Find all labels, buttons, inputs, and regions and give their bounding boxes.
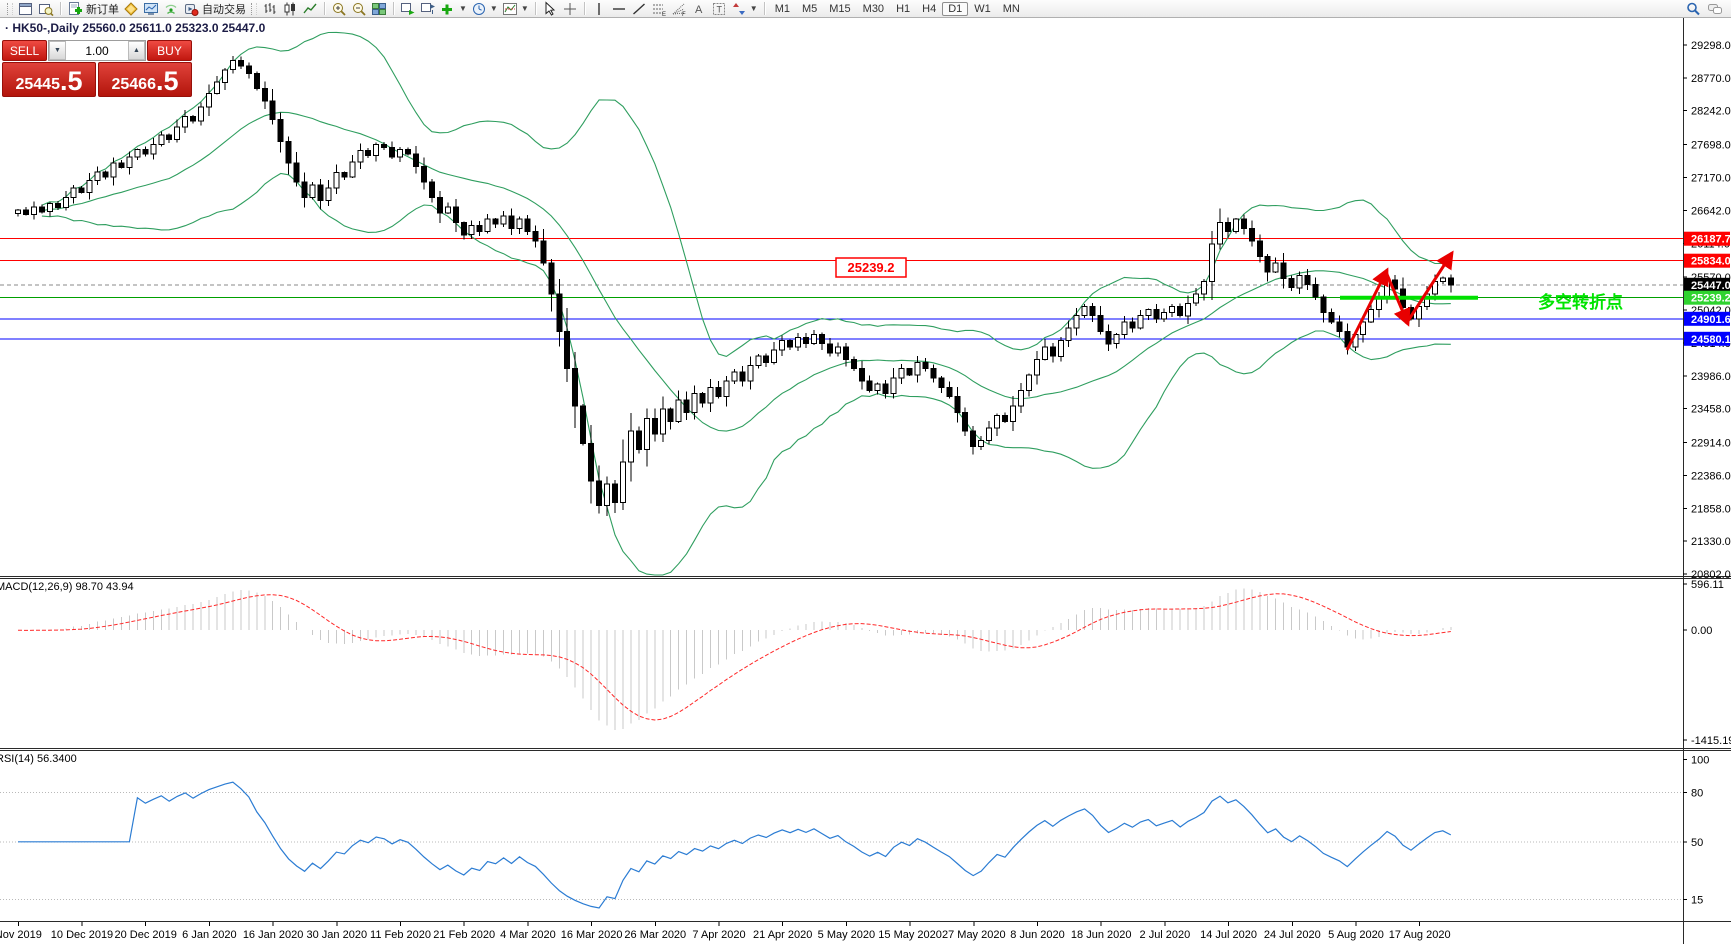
svg-text:16 Mar 2020: 16 Mar 2020 <box>561 929 623 941</box>
svg-text:22914.0: 22914.0 <box>1691 438 1731 450</box>
price-flag-25834: 25834.0 <box>1684 253 1731 268</box>
svg-text:Nov 2019: Nov 2019 <box>0 929 42 941</box>
rsi-indicator-label: RSI(14) 56.3400 <box>0 753 77 765</box>
svg-text:22386.0: 22386.0 <box>1691 470 1731 482</box>
sell-button[interactable]: SELL <box>2 40 47 61</box>
svg-text:28242.0: 28242.0 <box>1691 106 1731 118</box>
chart-bullet: · <box>5 21 9 35</box>
svg-text:24580.1: 24580.1 <box>1691 334 1731 346</box>
price-flag-25239.2: 25239.2 <box>1684 290 1731 305</box>
svg-text:26642.0: 26642.0 <box>1691 205 1731 217</box>
svg-text:21 Apr 2020: 21 Apr 2020 <box>753 929 812 941</box>
price-axis[interactable]: 29298.0 28770.0 28242.0 27698.0 27170.0 26642… <box>1683 40 1731 581</box>
candles-layer <box>15 55 1454 516</box>
svg-text:23986.0: 23986.0 <box>1691 371 1731 383</box>
macd-axis[interactable]: 596.11 0.00 -1415.19 <box>1683 579 1731 747</box>
turning-point-label[interactable]: 多空转折点 <box>1538 292 1623 312</box>
price-flag-24580.1: 24580.1 <box>1684 331 1731 346</box>
svg-text:18 Jun 2020: 18 Jun 2020 <box>1071 929 1132 941</box>
svg-text:25239.2: 25239.2 <box>848 260 895 275</box>
volume-increase-button[interactable]: ▲ <box>128 41 145 60</box>
price-flag-25447: 25447.0 <box>1684 277 1731 292</box>
trend-arrow-3[interactable] <box>1404 250 1454 325</box>
macd-histogram <box>25 588 1452 731</box>
svg-text:26 Mar 2020: 26 Mar 2020 <box>624 929 686 941</box>
volume-decrease-button[interactable]: ▼ <box>49 41 66 60</box>
svg-text:14 Jul 2020: 14 Jul 2020 <box>1200 929 1257 941</box>
svg-text:10 Dec 2019: 10 Dec 2019 <box>51 929 113 941</box>
panel-separators[interactable] <box>0 18 1731 944</box>
sell-price-main: 25445 <box>15 76 60 93</box>
svg-text:5 May 2020: 5 May 2020 <box>818 929 875 941</box>
one-click-trading-panel: SELL ▼ 1.00 ▲ BUY 25445.5 25466.5 <box>2 40 192 97</box>
svg-text:25447.0: 25447.0 <box>1691 280 1731 292</box>
svg-text:596.11: 596.11 <box>1691 579 1724 591</box>
svg-text:100: 100 <box>1691 754 1709 766</box>
svg-text:50: 50 <box>1691 837 1703 849</box>
svg-text:15 May 2020: 15 May 2020 <box>878 929 942 941</box>
price-flag-24901.6: 24901.6 <box>1684 311 1731 326</box>
svg-text:21 Feb 2020: 21 Feb 2020 <box>433 929 495 941</box>
price-level-callout[interactable]: 25239.2 <box>835 257 907 278</box>
svg-text:23458.0: 23458.0 <box>1691 404 1731 416</box>
svg-text:5 Aug 2020: 5 Aug 2020 <box>1328 929 1384 941</box>
svg-text:0.00: 0.00 <box>1691 625 1712 637</box>
svg-text:8 Jun 2020: 8 Jun 2020 <box>1010 929 1064 941</box>
svg-text:17 Aug 2020: 17 Aug 2020 <box>1389 929 1451 941</box>
svg-text:27698.0: 27698.0 <box>1691 140 1731 152</box>
svg-text:21330.0: 21330.0 <box>1691 536 1731 548</box>
svg-text:80: 80 <box>1691 787 1703 799</box>
svg-text:30 Jan 2020: 30 Jan 2020 <box>307 929 368 941</box>
svg-text:24 Jul 2020: 24 Jul 2020 <box>1264 929 1321 941</box>
sell-price-pip: .5 <box>59 66 83 97</box>
svg-text:4 Mar 2020: 4 Mar 2020 <box>500 929 556 941</box>
mt4-window: 新订单 自动交易 ▼ ▼ ▼ E F A T ▼ M1 M5 M15 M30 H… <box>0 0 1731 944</box>
macd-indicator-label: MACD(12,26,9) 98.70 43.94 <box>0 581 134 593</box>
svg-text:-1415.19: -1415.19 <box>1691 735 1731 747</box>
chart-symbol-period: HK50-,Daily <box>12 21 80 35</box>
svg-text:2 Jul 2020: 2 Jul 2020 <box>1140 929 1191 941</box>
buy-price-main: 25466 <box>111 76 156 93</box>
buy-button[interactable]: BUY <box>147 40 192 61</box>
chart-title: · HK50-,Daily 25560.0 25611.0 25323.0 25… <box>5 21 265 35</box>
svg-text:16 Jan 2020: 16 Jan 2020 <box>243 929 304 941</box>
volume-value[interactable]: 1.00 <box>66 41 128 60</box>
chart-ohlc-values: 25560.0 25611.0 25323.0 25447.0 <box>82 21 266 35</box>
buy-price[interactable]: 25466.5 <box>98 62 192 97</box>
bollinger-lower-band <box>41 172 1451 576</box>
svg-text:21858.0: 21858.0 <box>1691 503 1731 515</box>
rsi-axis[interactable]: 100 80 50 15 <box>1683 754 1709 907</box>
bollinger-bands <box>41 31 1451 576</box>
sell-price[interactable]: 25445.5 <box>2 62 96 97</box>
svg-text:27 May 2020: 27 May 2020 <box>942 929 1006 941</box>
svg-text:11 Feb 2020: 11 Feb 2020 <box>370 929 431 941</box>
svg-text:24901.6: 24901.6 <box>1691 314 1731 326</box>
chart-canvas[interactable]: 25239.2 多空转折点 29298.0 28770.0 28242.0 27698.0… <box>0 0 1731 944</box>
svg-text:15: 15 <box>1691 895 1703 907</box>
svg-text:26187.7: 26187.7 <box>1691 234 1731 246</box>
svg-text:25239.2: 25239.2 <box>1691 293 1731 305</box>
buy-price-pip: .5 <box>155 66 179 97</box>
svg-text:29298.0: 29298.0 <box>1691 40 1731 52</box>
svg-text:28770.0: 28770.0 <box>1691 73 1731 85</box>
date-axis[interactable]: Nov 2019 10 Dec 201920 Dec 2019 6 Jan 2020… <box>0 922 1451 941</box>
bollinger-middle-band <box>41 111 1451 432</box>
svg-text:27170.0: 27170.0 <box>1691 173 1731 185</box>
volume-stepper: ▼ 1.00 ▲ <box>48 40 146 61</box>
svg-text:20 Dec 2019: 20 Dec 2019 <box>115 929 177 941</box>
price-flag-26187.7: 26187.7 <box>1684 231 1731 246</box>
svg-text:7 Apr 2020: 7 Apr 2020 <box>692 929 745 941</box>
svg-text:6 Jan 2020: 6 Jan 2020 <box>182 929 236 941</box>
svg-text:25834.0: 25834.0 <box>1691 256 1731 268</box>
rsi-line <box>18 781 1452 909</box>
